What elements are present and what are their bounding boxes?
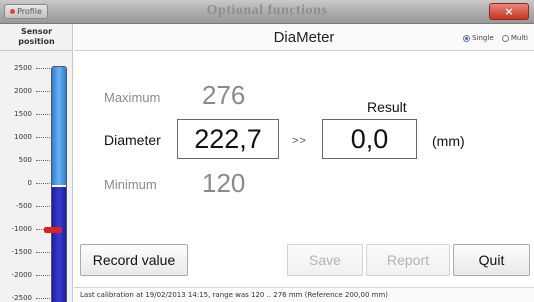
sensor-position-marker bbox=[44, 227, 62, 233]
tick-mark bbox=[36, 183, 50, 184]
tick-label: 2500 bbox=[14, 64, 32, 72]
minimum-label: Minimum bbox=[104, 177, 157, 192]
tick-label: 500 bbox=[18, 156, 32, 164]
tick-mark bbox=[36, 160, 50, 161]
window-title: Optional functions bbox=[206, 3, 328, 18]
sensor-title-line2: position bbox=[18, 37, 55, 46]
tick-mark bbox=[36, 252, 50, 253]
result-label: Result bbox=[367, 99, 407, 115]
title-bar: Profile Optional functions × bbox=[0, 0, 534, 24]
tick-label: 1500 bbox=[14, 110, 32, 118]
report-button[interactable]: Report bbox=[366, 244, 450, 276]
sensor-position-panel: Sensor position 2500 2000 1500 1000 500 … bbox=[0, 24, 73, 302]
radio-unchecked-icon[interactable] bbox=[501, 34, 509, 42]
tick-label: -2500 bbox=[11, 294, 32, 302]
tick-mark bbox=[36, 298, 50, 299]
record-value-button[interactable]: Record value bbox=[80, 244, 188, 276]
maximum-value: 276 bbox=[202, 80, 246, 110]
tick-mark bbox=[36, 137, 50, 138]
gauge-positive-fill bbox=[52, 67, 66, 185]
calibration-status: Last calibration at 19/02/2013 14:15, ra… bbox=[74, 287, 534, 302]
sensor-position-gauge bbox=[51, 66, 67, 302]
mode-multi-option[interactable]: Multi bbox=[501, 34, 528, 42]
maximum-label: Maximum bbox=[104, 90, 161, 105]
diameter-label: Diameter bbox=[104, 132, 161, 148]
tick-mark bbox=[36, 91, 50, 92]
result-value-field[interactable]: 0,0 bbox=[322, 119, 417, 159]
mode-single-option[interactable]: Single bbox=[463, 34, 494, 42]
tick-label: 0 bbox=[27, 179, 32, 187]
tick-label: 2000 bbox=[14, 87, 32, 95]
radio-checked-icon[interactable] bbox=[463, 34, 471, 42]
mode-single-label: Single bbox=[472, 34, 494, 42]
close-button[interactable]: × bbox=[489, 3, 529, 20]
tick-label: -1500 bbox=[11, 248, 32, 256]
tick-mark bbox=[36, 275, 50, 276]
mode-multi-label: Multi bbox=[510, 34, 528, 42]
gauge-negative-fill bbox=[52, 187, 66, 302]
tick-mark bbox=[36, 206, 50, 207]
tick-label: -1000 bbox=[11, 225, 32, 233]
tick-label: 1000 bbox=[14, 133, 32, 141]
diameter-value-field[interactable]: 222,7 bbox=[177, 119, 279, 159]
quit-button[interactable]: Quit bbox=[453, 244, 530, 276]
tick-mark bbox=[36, 68, 50, 69]
sensor-panel-title: Sensor position bbox=[0, 24, 73, 51]
save-button[interactable]: Save bbox=[287, 244, 363, 276]
tick-label: -2000 bbox=[11, 271, 32, 279]
transfer-arrows: >> bbox=[292, 135, 307, 147]
tick-mark bbox=[36, 114, 50, 115]
main-header: DiaMeter Single Multi bbox=[74, 24, 534, 51]
tick-label: -500 bbox=[16, 202, 32, 210]
minimum-value: 120 bbox=[202, 168, 246, 198]
mode-selector: Single Multi bbox=[457, 34, 528, 42]
unit-label: (mm) bbox=[432, 133, 465, 149]
sensor-title-line1: Sensor bbox=[20, 27, 53, 36]
